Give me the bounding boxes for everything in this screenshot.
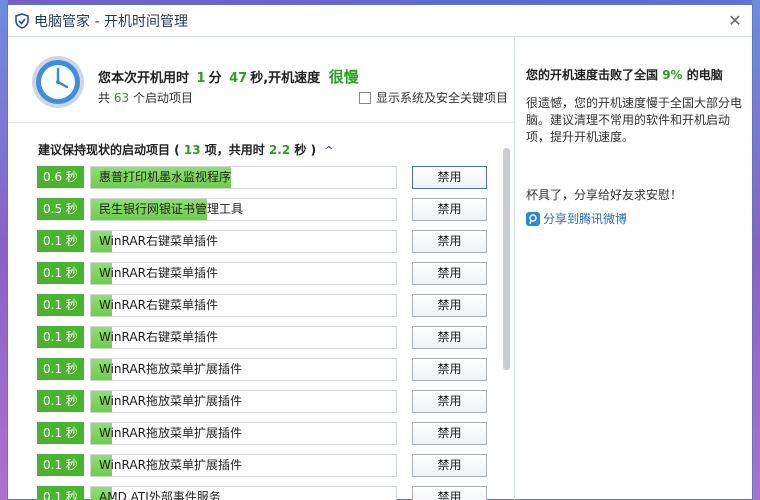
boot-time-line: 您本次开机用时 1分 47 秒,开机速度 很慢 xyxy=(98,66,359,87)
disable-button[interactable]: 禁用 xyxy=(412,166,487,189)
startup-item-name-box: WinRAR拖放菜单扩展插件 xyxy=(90,390,397,413)
disable-button[interactable]: 禁用 xyxy=(412,454,487,477)
show-system-items-toggle[interactable]: 显示系统及安全关键项目 xyxy=(359,89,508,106)
startup-item-name: 民生银行网银证书管理工具 xyxy=(99,202,244,216)
boot-summary: 您本次开机用时 1分 47 秒,开机速度 很慢 共 63 个启动项目 显示系统及安… xyxy=(8,38,514,123)
boot-minutes: 1 xyxy=(196,71,206,86)
startup-item-row: 0.1 秒 WinRAR拖放菜单扩展插件 禁用 xyxy=(37,358,507,382)
minutes-unit: 分 xyxy=(208,71,222,86)
startup-item-row: 0.1 秒 WinRAR右键菜单插件 禁用 xyxy=(37,326,507,350)
startup-item-row: 0.1 秒 WinRAR右键菜单插件 禁用 xyxy=(37,230,507,254)
startup-item-name: WinRAR右键菜单插件 xyxy=(99,234,218,248)
boot-time-label: 您本次开机用时 xyxy=(98,71,190,86)
count-prefix: 共 xyxy=(98,91,111,105)
startup-item-name-box: 民生银行网银证书管理工具 xyxy=(90,198,397,221)
startup-time-badge: 0.5 秒 xyxy=(37,198,84,220)
startup-item-name-box: 惠普打印机墨水监视程序 xyxy=(90,166,397,189)
ranking-percent: 9% xyxy=(662,68,683,82)
disable-button[interactable]: 禁用 xyxy=(412,198,487,221)
count-suffix: 个启动项目 xyxy=(132,91,193,105)
startup-item-row: 0.1 秒 WinRAR拖放菜单扩展插件 禁用 xyxy=(37,454,507,478)
startup-count: 63 xyxy=(113,91,130,105)
startup-item-name-box: WinRAR右键菜单插件 xyxy=(90,326,397,349)
share-weibo-label[interactable]: 分享到腾讯微博 xyxy=(543,210,627,227)
startup-item-name-box: WinRAR拖放菜单扩展插件 xyxy=(90,358,397,381)
startup-time-badge: 0.1 秒 xyxy=(37,262,84,284)
startup-item-row: 0.5 秒 民生银行网银证书管理工具 禁用 xyxy=(37,198,507,222)
clock-icon xyxy=(32,56,84,108)
startup-time-badge: 0.1 秒 xyxy=(37,358,84,380)
startup-item-name: WinRAR拖放菜单扩展插件 xyxy=(99,394,242,408)
pc-manager-logo-icon xyxy=(15,12,29,29)
startup-time-badge: 0.1 秒 xyxy=(37,390,84,412)
startup-time-badge: 0.1 秒 xyxy=(37,422,84,444)
startup-item-list: 0.6 秒惠普打印机墨水监视程序 禁用 0.5 秒民生银行网银证书管理工具 禁用 0.1… xyxy=(37,166,507,500)
startup-item-row: 0.1 秒 WinRAR右键菜单插件 禁用 xyxy=(37,294,507,318)
boot-time-window: 电脑管家 - 开机时间管理 ✕ 您本次开机用时 1分 47 秒,开机速度 很慢 共… xyxy=(7,4,753,500)
disable-button[interactable]: 禁用 xyxy=(412,230,487,253)
startup-item-name: AMD ATI外部事件服务 xyxy=(99,490,221,500)
startup-time-badge: 0.6 秒 xyxy=(37,166,84,188)
scrollbar-thumb[interactable] xyxy=(503,148,510,370)
background-right xyxy=(752,0,760,500)
section-mid: 项，共用时 xyxy=(204,143,265,157)
share-prompt: 杯具了，分享给好友求安慰！ xyxy=(526,188,683,202)
ranking-title: 您的开机速度击败了全国 9% 的电脑 xyxy=(526,66,742,83)
startup-item-name-box: AMD ATI外部事件服务 xyxy=(90,486,397,500)
startup-time-badge: 0.1 秒 xyxy=(37,230,84,252)
startup-time-badge: 0.1 秒 xyxy=(37,454,84,476)
tencent-weibo-icon xyxy=(526,211,540,226)
section-count: 13 xyxy=(183,143,201,157)
startup-item-row: 0.1 秒 WinRAR右键菜单插件 禁用 xyxy=(37,262,507,286)
startup-item-name-box: WinRAR右键菜单插件 xyxy=(90,230,397,253)
section-heading[interactable]: 建议保持现状的启动项目 ( 13 项，共用时 2.2 秒 ) ^ xyxy=(38,141,333,158)
startup-time-badge: 0.1 秒 xyxy=(37,486,84,500)
startup-time-badge: 0.1 秒 xyxy=(37,326,84,348)
startup-item-row: 0.1 秒 WinRAR拖放菜单扩展插件 禁用 xyxy=(37,390,507,414)
boot-seconds: 47 xyxy=(229,71,248,86)
disable-button[interactable]: 禁用 xyxy=(412,294,487,317)
disable-button[interactable]: 禁用 xyxy=(412,358,487,381)
speed-rating: 很慢 xyxy=(328,68,359,86)
startup-item-name: 惠普打印机墨水监视程序 xyxy=(99,170,232,184)
startup-item-name: WinRAR右键菜单插件 xyxy=(99,266,218,280)
collapse-chevron-icon[interactable]: ^ xyxy=(324,144,333,157)
startup-item-name: WinRAR拖放菜单扩展插件 xyxy=(99,458,242,472)
close-icon[interactable]: ✕ xyxy=(726,12,744,30)
startup-item-name-box: WinRAR拖放菜单扩展插件 xyxy=(90,454,397,477)
section-suffix: 秒 ) xyxy=(294,143,317,157)
startup-item-row: 0.1 秒 AMD ATI外部事件服务 禁用 xyxy=(37,486,507,500)
title-bar[interactable]: 电脑管家 - 开机时间管理 ✕ xyxy=(8,5,752,37)
startup-item-name-box: WinRAR右键菜单插件 xyxy=(90,262,397,285)
right-pane: 您的开机速度击败了全国 9% 的电脑 很遗憾，您的开机速度慢于全国大部分电脑。建… xyxy=(516,38,752,500)
startup-count-line: 共 63 个启动项目 xyxy=(98,89,193,106)
disable-button[interactable]: 禁用 xyxy=(412,326,487,349)
startup-item-row: 0.1 秒 WinRAR拖放菜单扩展插件 禁用 xyxy=(37,422,507,446)
left-pane: 您本次开机用时 1分 47 秒,开机速度 很慢 共 63 个启动项目 显示系统及安… xyxy=(8,38,515,500)
disable-button[interactable]: 禁用 xyxy=(412,262,487,285)
share-weibo-link[interactable]: 分享到腾讯微博 xyxy=(526,210,742,227)
startup-time-badge: 0.1 秒 xyxy=(37,294,84,316)
section-total-time: 2.2 xyxy=(268,143,291,157)
show-system-label: 显示系统及安全关键项目 xyxy=(376,91,509,105)
startup-item-name: WinRAR右键菜单插件 xyxy=(99,330,218,344)
ranking-description: 很遗憾，您的开机速度慢于全国大部分电脑。建议清理不常用的软件和开机启动项，提升开… xyxy=(526,96,743,144)
ranking-suffix: 的电脑 xyxy=(686,68,723,82)
startup-item-name: WinRAR右键菜单插件 xyxy=(99,298,218,312)
ranking-prefix: 您的开机速度击败了全国 xyxy=(526,68,659,82)
startup-item-name: WinRAR拖放菜单扩展插件 xyxy=(99,426,242,440)
startup-item-name-box: WinRAR拖放菜单扩展插件 xyxy=(90,422,397,445)
show-system-checkbox[interactable] xyxy=(359,91,371,104)
disable-button[interactable]: 禁用 xyxy=(412,486,487,500)
disable-button[interactable]: 禁用 xyxy=(412,422,487,445)
startup-item-row: 0.6 秒 惠普打印机墨水监视程序 禁用 xyxy=(37,166,507,190)
startup-item-name: WinRAR拖放菜单扩展插件 xyxy=(99,362,242,376)
seconds-unit: 秒,开机速度 xyxy=(250,71,321,86)
startup-item-name-box: WinRAR右键菜单插件 xyxy=(90,294,397,317)
disable-button[interactable]: 禁用 xyxy=(412,390,487,413)
section-title-prefix: 建议保持现状的启动项目 ( xyxy=(38,143,180,157)
window-title: 电脑管家 - 开机时间管理 xyxy=(34,13,188,30)
list-scrollbar[interactable] xyxy=(503,148,511,500)
